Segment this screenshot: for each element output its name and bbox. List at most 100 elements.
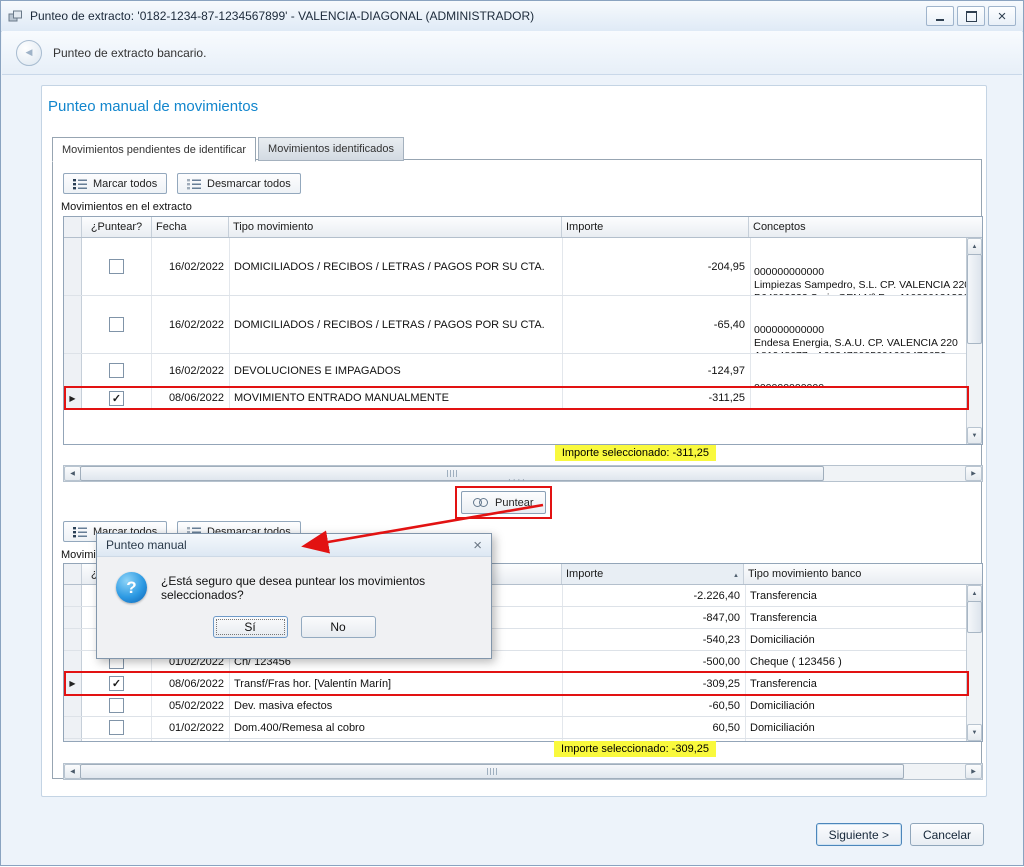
scroll-right-icon[interactable] — [965, 764, 982, 779]
dialog-titlebar[interactable]: Punteo manual — [97, 534, 491, 557]
footer-buttons: Siguiente > Cancelar — [816, 823, 984, 846]
bank-selected-total: Importe seleccionado: -309,25 — [554, 741, 716, 757]
cell-fecha: 16/02/2022 — [152, 238, 230, 295]
minimize-button[interactable] — [926, 6, 954, 26]
scroll-down-icon[interactable] — [967, 724, 982, 741]
row-indicator — [64, 651, 82, 672]
wizard-subtitle: Punteo de extracto bancario. — [53, 46, 206, 60]
current-row-arrow-icon — [64, 673, 82, 694]
window-title: Punteo de extracto: '0182-1234-87-123456… — [30, 9, 926, 23]
dialog-body: ? ¿Está seguro que desea puntear los mov… — [97, 557, 491, 603]
bank-row[interactable]: 05/02/2022 Dev. masiva efectos -60,50 Do… — [64, 695, 982, 717]
splitter-grip[interactable] — [53, 476, 981, 484]
extract-vertical-scrollbar[interactable] — [966, 238, 982, 444]
col-header-tipo-movimiento-banco[interactable]: Tipo movimiento banco — [744, 564, 983, 584]
extract-row[interactable]: 16/02/2022 DOMICILIADOS / RECIBOS / LETR… — [64, 238, 982, 296]
cell-tipo-movimiento: Dev. masiva efectos — [230, 695, 563, 716]
cell-conceptos: 000000000000Limpiezas Sampedro, S.L. CP.… — [751, 238, 983, 295]
col-header-importe[interactable]: Importe — [562, 217, 749, 237]
bank-vertical-scrollbar[interactable] — [966, 585, 982, 741]
cell-tipo-movimiento: Dom.400/Remesa al cobro — [230, 717, 563, 738]
tab-movimientos-pendientes[interactable]: Movimientos pendientes de identificar — [52, 137, 256, 162]
current-row-arrow-icon — [64, 388, 82, 408]
puntear-button[interactable]: Puntear — [461, 491, 546, 514]
col-header-puntear[interactable]: ¿Puntear? — [82, 217, 152, 237]
bank-horizontal-scrollbar[interactable] — [63, 763, 983, 780]
cell-fecha: 08/06/2022 — [152, 673, 230, 694]
desmarcar-todos-button[interactable]: Desmarcar todos — [177, 173, 301, 194]
tab-movimientos-identificados[interactable]: Movimientos identificados — [258, 137, 404, 161]
cell-conceptos: Su orden de transferencia — [751, 388, 983, 408]
bank-row[interactable]: 01/01/2022 Dom.401/Remesa al cobro 3.027… — [64, 739, 982, 742]
app-icon — [8, 10, 23, 23]
scroll-up-icon[interactable] — [967, 585, 982, 602]
marcar-todos-label: Marcar todos — [93, 178, 157, 190]
maximize-button[interactable] — [957, 6, 985, 26]
cell-fecha: 16/02/2022 — [152, 354, 230, 387]
dialog-message: ¿Está seguro que desea puntear los movim… — [161, 574, 479, 602]
cell-tipo-banco: Transferencia — [746, 585, 983, 606]
main-panel: Punteo manual de movimientos Movimientos… — [41, 85, 987, 797]
cell-tipo-movimiento: MOVIMIENTO ENTRADO MANUALMENTE — [230, 388, 563, 408]
col-header-tipo-movimiento[interactable]: Tipo movimiento — [229, 217, 562, 237]
row-indicator-header — [64, 217, 82, 237]
col-header-fecha[interactable]: Fecha — [152, 217, 229, 237]
siguiente-button[interactable]: Siguiente > — [816, 823, 902, 846]
extract-row-selected[interactable]: 08/06/2022 MOVIMIENTO ENTRADO MANUALMENT… — [64, 388, 982, 409]
desmarcar-todos-label: Desmarcar todos — [207, 178, 291, 190]
puntear-label: Puntear — [495, 497, 534, 509]
cell-tipo-movimiento: DEVOLUCIONES E IMPAGADOS — [230, 354, 563, 387]
cell-importe: -124,97 — [563, 354, 751, 387]
scroll-thumb[interactable] — [80, 764, 904, 779]
scroll-thumb[interactable] — [967, 601, 982, 633]
cell-fecha: 01/02/2022 — [152, 717, 230, 738]
puntear-checkbox[interactable] — [109, 676, 124, 691]
extract-selected-total: Importe seleccionado: -311,25 — [555, 445, 716, 461]
sort-ascending-icon — [733, 568, 739, 580]
extract-row[interactable]: 16/02/2022 DOMICILIADOS / RECIBOS / LETR… — [64, 296, 982, 354]
row-indicator — [64, 717, 82, 738]
no-button[interactable]: No — [301, 616, 376, 638]
yes-button[interactable]: Sí — [213, 616, 288, 638]
cell-fecha: 16/02/2022 — [152, 296, 230, 353]
row-indicator — [64, 354, 82, 387]
col-header-conceptos[interactable]: Conceptos — [749, 217, 983, 237]
cell-importe: 60,50 — [563, 717, 746, 738]
titlebar: Punteo de extracto: '0182-1234-87-123456… — [1, 1, 1023, 32]
scroll-thumb[interactable] — [967, 254, 982, 344]
back-button[interactable] — [16, 40, 42, 66]
extract-row[interactable]: 16/02/2022 DEVOLUCIONES E IMPAGADOS -124… — [64, 354, 982, 388]
scroll-grip — [487, 768, 497, 775]
scroll-up-icon[interactable] — [967, 238, 982, 255]
puntear-checkbox[interactable] — [109, 363, 124, 378]
tab-panel: Marcar todos Desmarcar todos Movimientos… — [52, 159, 982, 779]
close-button[interactable] — [988, 6, 1016, 26]
marcar-todos-button[interactable]: Marcar todos — [63, 173, 167, 194]
puntear-checkbox[interactable] — [109, 317, 124, 332]
puntear-annotation-box: Puntear — [455, 486, 552, 519]
row-indicator — [64, 695, 82, 716]
list-check-icon — [73, 178, 87, 190]
dialog-buttons: Sí No — [97, 616, 491, 638]
cell-tipo-movimiento: Transf/Fras hor. [Valentín Marín] — [230, 673, 563, 694]
scroll-left-icon[interactable] — [64, 764, 81, 779]
row-indicator — [64, 607, 82, 628]
link-icon — [473, 498, 488, 507]
extract-grid: ¿Puntear? Fecha Tipo movimiento Importe … — [63, 216, 983, 445]
bank-row[interactable]: 01/02/2022 Dom.400/Remesa al cobro 60,50… — [64, 717, 982, 739]
dialog-close-icon[interactable] — [473, 537, 482, 554]
row-indicator-header — [64, 564, 82, 584]
bank-row-selected[interactable]: 08/06/2022 Transf/Fras hor. [Valentín Ma… — [64, 673, 982, 695]
list-check-icon — [73, 526, 87, 538]
puntear-checkbox[interactable] — [109, 391, 124, 406]
row-indicator — [64, 739, 82, 742]
col-header-importe-sorted[interactable]: Importe — [562, 564, 744, 584]
cell-tipo-banco: Domiciliación — [746, 695, 983, 716]
puntear-checkbox[interactable] — [109, 698, 124, 713]
puntear-checkbox[interactable] — [109, 720, 124, 735]
row-indicator — [64, 238, 82, 295]
puntear-checkbox[interactable] — [109, 259, 124, 274]
cancelar-button[interactable]: Cancelar — [910, 823, 984, 846]
scroll-down-icon[interactable] — [967, 427, 982, 444]
cell-importe: -847,00 — [563, 607, 746, 628]
